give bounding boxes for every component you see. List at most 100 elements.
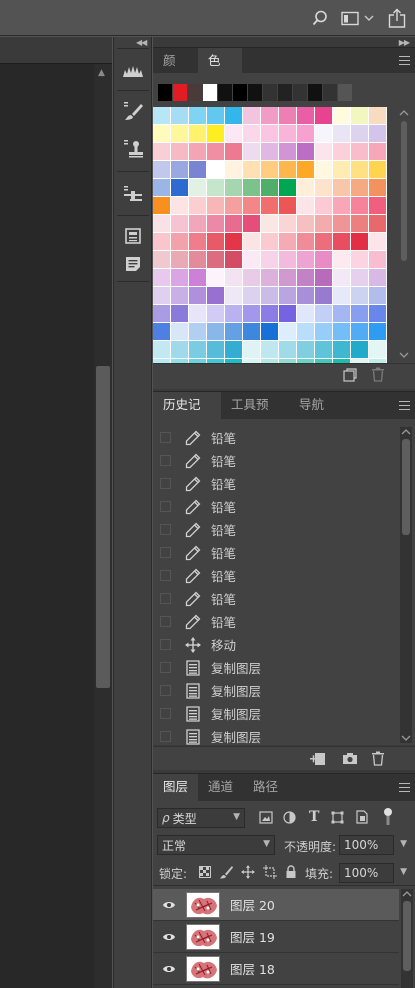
- swatch[interactable]: [225, 125, 243, 143]
- history-scrollbar[interactable]: [400, 427, 412, 743]
- swatch[interactable]: [243, 197, 261, 215]
- swatch[interactable]: [153, 341, 171, 359]
- swatch[interactable]: [189, 269, 207, 287]
- swatch[interactable]: [315, 161, 333, 179]
- history-state[interactable]: 铅笔: [153, 449, 399, 472]
- swatch[interactable]: [171, 233, 189, 251]
- swatch[interactable]: [153, 107, 171, 125]
- swatches-scrollbar[interactable]: [397, 107, 411, 363]
- swatch[interactable]: [351, 143, 369, 161]
- swatch[interactable]: [315, 287, 333, 305]
- swatch[interactable]: [333, 269, 351, 287]
- chevron-down-icon[interactable]: [362, 6, 376, 30]
- history-state[interactable]: 铅笔: [153, 587, 399, 610]
- swatch[interactable]: [243, 107, 261, 125]
- swatch[interactable]: [153, 143, 171, 161]
- swatch[interactable]: [297, 215, 315, 233]
- swatch[interactable]: [153, 323, 171, 341]
- swatch[interactable]: [153, 197, 171, 215]
- swatch[interactable]: [315, 341, 333, 359]
- swatch[interactable]: [369, 251, 387, 269]
- swatch[interactable]: [225, 287, 243, 305]
- swatch[interactable]: [279, 107, 297, 125]
- history-state[interactable]: 复制图层: [153, 725, 399, 745]
- swatch[interactable]: [189, 215, 207, 233]
- swatch[interactable]: [369, 215, 387, 233]
- swatch[interactable]: [171, 143, 189, 161]
- swatch[interactable]: [225, 341, 243, 359]
- swatch[interactable]: [351, 107, 369, 125]
- swatch[interactable]: [207, 215, 225, 233]
- history-state[interactable]: 复制图层: [153, 656, 399, 679]
- lock-transparent-icon[interactable]: [199, 866, 211, 881]
- swatch[interactable]: [207, 197, 225, 215]
- swatch[interactable]: [297, 197, 315, 215]
- swatch[interactable]: [297, 143, 315, 161]
- swatch[interactable]: [369, 233, 387, 251]
- history-state[interactable]: 复制图层: [153, 702, 399, 725]
- swatch[interactable]: [279, 323, 297, 341]
- brush-settings-icon[interactable]: [118, 55, 148, 85]
- swatch[interactable]: [261, 323, 279, 341]
- swatch[interactable]: [279, 341, 297, 359]
- swatch[interactable]: [243, 251, 261, 269]
- lock-artboard-icon[interactable]: [263, 865, 277, 882]
- workspace-icon[interactable]: [340, 6, 360, 30]
- swatch[interactable]: [261, 215, 279, 233]
- swatch[interactable]: [189, 323, 207, 341]
- swatch[interactable]: [225, 269, 243, 287]
- swatch[interactable]: [261, 125, 279, 143]
- trash-icon[interactable]: [371, 751, 385, 769]
- fill-input[interactable]: 100% ▼: [339, 863, 407, 883]
- swatch[interactable]: [153, 179, 171, 197]
- recent-swatch[interactable]: [338, 84, 352, 101]
- snapshot-checkbox[interactable]: [160, 501, 171, 512]
- trash-icon[interactable]: [371, 367, 385, 385]
- swatch[interactable]: [333, 287, 351, 305]
- recent-swatch[interactable]: [203, 84, 217, 101]
- swatch[interactable]: [297, 323, 315, 341]
- swatch[interactable]: [171, 107, 189, 125]
- swatch[interactable]: [153, 125, 171, 143]
- swatch[interactable]: [315, 269, 333, 287]
- history-state[interactable]: 铅笔: [153, 564, 399, 587]
- swatch[interactable]: [243, 305, 261, 323]
- swatch[interactable]: [333, 215, 351, 233]
- swatch[interactable]: [279, 197, 297, 215]
- recent-swatch[interactable]: [233, 84, 247, 101]
- swatch[interactable]: [189, 197, 207, 215]
- swatch[interactable]: [279, 179, 297, 197]
- swatch[interactable]: [279, 125, 297, 143]
- layers-scrollbar[interactable]: [401, 889, 413, 988]
- scroll-up-icon[interactable]: ▲: [98, 68, 105, 78]
- swatch[interactable]: [243, 233, 261, 251]
- eye-icon[interactable]: [162, 932, 176, 942]
- history-state[interactable]: 移动: [153, 633, 399, 656]
- swatch[interactable]: [333, 341, 351, 359]
- swatch[interactable]: [153, 305, 171, 323]
- tab-history[interactable]: 历史记录: [153, 392, 221, 438]
- swatch[interactable]: [207, 125, 225, 143]
- recent-swatch[interactable]: [308, 84, 322, 101]
- swatch[interactable]: [261, 197, 279, 215]
- swatch[interactable]: [333, 161, 351, 179]
- swatch[interactable]: [279, 305, 297, 323]
- swatch[interactable]: [207, 161, 225, 179]
- swatch[interactable]: [279, 143, 297, 161]
- swatch[interactable]: [171, 197, 189, 215]
- new-document-from-state-icon[interactable]: [310, 752, 326, 769]
- swatch[interactable]: [297, 125, 315, 143]
- smart-object-filter-icon[interactable]: [355, 810, 368, 827]
- swatch[interactable]: [369, 287, 387, 305]
- opacity-input[interactable]: 100% ▼: [339, 835, 407, 855]
- tab-channels[interactable]: 通道: [198, 774, 243, 801]
- swatch[interactable]: [225, 215, 243, 233]
- snapshot-checkbox[interactable]: [160, 662, 171, 673]
- swatch[interactable]: [225, 107, 243, 125]
- swatch[interactable]: [297, 269, 315, 287]
- swatch[interactable]: [171, 323, 189, 341]
- swatch[interactable]: [189, 233, 207, 251]
- swatch[interactable]: [369, 305, 387, 323]
- swatch[interactable]: [189, 107, 207, 125]
- swatch[interactable]: [369, 143, 387, 161]
